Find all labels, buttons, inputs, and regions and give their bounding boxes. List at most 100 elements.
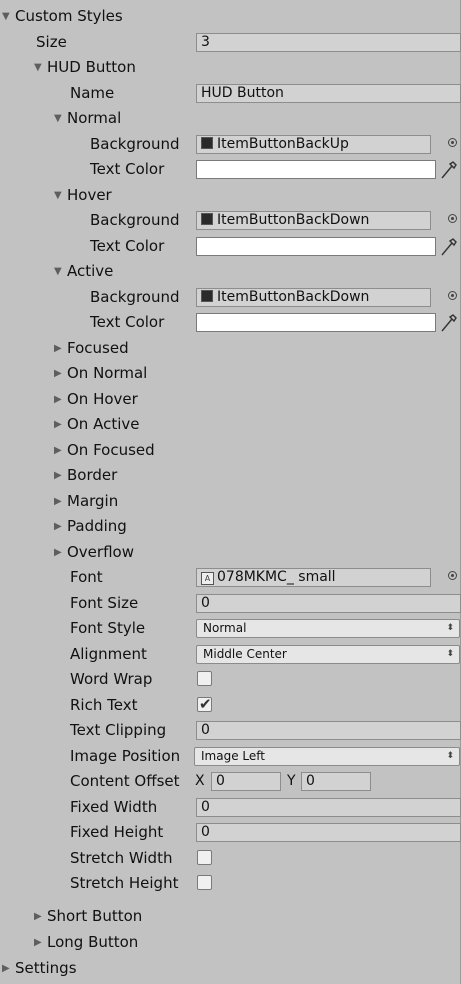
triangle-right-icon: ▶ <box>54 342 62 354</box>
object-picker-icon[interactable] <box>448 290 457 300</box>
padding-foldout[interactable]: ▶ Padding <box>54 514 127 539</box>
long-button-label: Long Button <box>47 933 139 951</box>
eyedropper-icon[interactable] <box>438 158 460 180</box>
border-foldout[interactable]: ▶ Border <box>54 463 117 488</box>
on-hover-foldout[interactable]: ▶ On Hover <box>54 387 138 412</box>
active-background-row: Background ItemButtonBackDown <box>0 285 461 311</box>
hover-text-color-swatch[interactable] <box>196 236 436 256</box>
active-text-color-row: Text Color <box>0 310 461 336</box>
dropdown-arrow-icon: ⬍ <box>446 750 454 761</box>
hover-foldout[interactable]: ▼ Hover <box>54 183 112 208</box>
active-row: ▼ Active <box>0 259 461 285</box>
font-style-dropdown[interactable]: Normal ⬍ <box>196 619 460 638</box>
dropdown-arrow-icon: ⬍ <box>446 623 454 633</box>
active-background-field[interactable]: ItemButtonBackDown <box>196 287 431 307</box>
active-text-color-label: Text Color <box>90 313 165 331</box>
font-size-row: Font Size 0 <box>0 591 461 617</box>
inspector-panel: ▼ Custom Styles Size 3 ▼ HUD Button Name H… <box>0 0 461 984</box>
triangle-right-icon: ▶ <box>34 937 42 948</box>
font-size-field[interactable]: 0 <box>196 593 461 613</box>
hud-button-foldout[interactable]: ▼ HUD Button <box>34 55 136 80</box>
on-focused-row: ▶ On Focused <box>0 438 461 464</box>
stretch-height-row: Stretch Height <box>0 871 461 897</box>
short-button-foldout[interactable]: ▶ Short Button <box>34 904 142 929</box>
on-active-label: On Active <box>67 415 140 433</box>
fixed-width-row: Fixed Width 0 <box>0 795 461 821</box>
short-button-label: Short Button <box>47 907 143 925</box>
normal-label: Normal <box>67 109 122 127</box>
text-clipping-row: Text Clipping 0 <box>0 718 461 744</box>
margin-row: ▶ Margin <box>0 489 461 515</box>
on-active-foldout[interactable]: ▶ On Active <box>54 412 139 437</box>
hud-button-row: ▼ HUD Button <box>0 55 461 81</box>
content-offset-row: Content Offset X 0 Y 0 <box>0 769 461 795</box>
font-field[interactable]: A 078MKMC_ small <box>196 568 431 587</box>
name-label: Name <box>70 83 115 102</box>
active-background-value: ItemButtonBackDown <box>217 288 370 305</box>
triangle-down-icon: ▼ <box>34 62 42 73</box>
stretch-height-label: Stretch Height <box>70 874 179 892</box>
hover-text-color-row: Text Color <box>0 234 461 260</box>
normal-foldout[interactable]: ▼ Normal <box>54 106 121 131</box>
on-normal-foldout[interactable]: ▶ On Normal <box>54 361 147 386</box>
active-text-color-swatch[interactable] <box>196 313 436 332</box>
margin-foldout[interactable]: ▶ Margin <box>54 489 118 514</box>
alignment-row: Alignment Middle Center ⬍ <box>0 642 461 668</box>
font-style-value: Normal <box>203 621 247 635</box>
on-focused-foldout[interactable]: ▶ On Focused <box>54 438 155 463</box>
object-picker-icon[interactable] <box>448 571 457 580</box>
active-label: Active <box>67 262 114 280</box>
size-field[interactable]: 3 <box>196 32 461 52</box>
triangle-right-icon: ▶ <box>54 470 62 481</box>
focused-row: ▶ Focused <box>0 336 461 362</box>
long-button-row: ▶ Long Button <box>0 930 461 956</box>
word-wrap-checkbox[interactable] <box>197 671 212 686</box>
active-foldout[interactable]: ▼ Active <box>54 259 113 284</box>
normal-background-field[interactable]: ItemButtonBackUp <box>196 134 431 154</box>
image-position-row: Image Position Image Left ⬍ <box>0 744 461 770</box>
stretch-height-checkbox[interactable] <box>197 875 212 890</box>
eyedropper-icon[interactable] <box>438 235 460 257</box>
fixed-width-field[interactable]: 0 <box>196 797 461 817</box>
rich-text-checkbox[interactable]: ✔ <box>197 695 212 713</box>
hover-label: Hover <box>67 185 112 204</box>
fixed-width-label: Fixed Width <box>70 797 158 816</box>
custom-styles-foldout[interactable]: ▼ Custom Styles <box>2 4 123 29</box>
content-offset-label: Content Offset <box>70 772 180 790</box>
normal-background-label: Background <box>90 134 180 153</box>
triangle-right-icon: ▶ <box>34 911 42 922</box>
content-offset-y-field[interactable]: 0 <box>301 772 371 791</box>
custom-styles-label: Custom Styles <box>15 7 123 25</box>
texture-icon <box>201 213 213 225</box>
texture-icon <box>201 289 213 302</box>
hover-background-value: ItemButtonBackDown <box>217 212 370 228</box>
name-field[interactable]: HUD Button <box>196 83 461 103</box>
focused-foldout[interactable]: ▶ Focused <box>54 336 129 361</box>
hover-background-label: Background <box>90 211 180 229</box>
fixed-height-field[interactable]: 0 <box>196 823 461 842</box>
fixed-height-label: Fixed Height <box>70 823 164 841</box>
hover-background-field[interactable]: ItemButtonBackDown <box>196 211 431 230</box>
content-offset-x-label: X <box>195 773 205 789</box>
on-normal-row: ▶ On Normal <box>0 361 461 387</box>
font-asset-icon: A <box>201 572 214 585</box>
eyedropper-icon[interactable] <box>438 311 460 333</box>
custom-styles-row: ▼ Custom Styles <box>0 4 461 30</box>
alignment-dropdown[interactable]: Middle Center ⬍ <box>196 644 460 664</box>
active-background-label: Background <box>90 287 180 306</box>
stretch-width-checkbox[interactable] <box>197 849 212 865</box>
object-picker-icon[interactable] <box>448 137 457 147</box>
triangle-right-icon: ▶ <box>2 963 10 974</box>
settings-label: Settings <box>15 959 77 977</box>
object-picker-icon[interactable] <box>448 214 457 223</box>
normal-text-color-swatch[interactable] <box>196 160 436 179</box>
long-button-foldout[interactable]: ▶ Long Button <box>34 930 138 955</box>
triangle-down-icon: ▼ <box>2 11 10 22</box>
settings-foldout[interactable]: ▶ Settings <box>2 956 77 981</box>
image-position-dropdown[interactable]: Image Left ⬍ <box>194 746 460 766</box>
focused-label: Focused <box>67 338 129 357</box>
content-offset-x-field[interactable]: 0 <box>211 772 281 791</box>
overflow-foldout[interactable]: ▶ Overflow <box>54 540 134 565</box>
text-clipping-label: Text Clipping <box>70 721 167 739</box>
text-clipping-field[interactable]: 0 <box>196 721 461 740</box>
